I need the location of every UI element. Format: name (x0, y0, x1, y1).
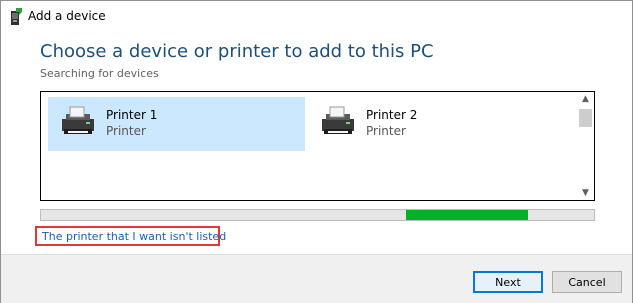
page-title: Choose a device or printer to add to thi… (40, 41, 434, 62)
highlight-box: The printer that I want isn't listed (35, 226, 226, 246)
next-button[interactable]: Next (473, 271, 543, 293)
search-progress-bar (40, 209, 595, 221)
cancel-button[interactable]: Cancel (552, 271, 622, 293)
scroll-thumb[interactable] (579, 109, 592, 127)
printer-icon (322, 106, 354, 134)
scroll-down-icon[interactable]: ▼ (577, 186, 594, 200)
search-status: Searching for devices (40, 67, 159, 80)
device-type: Printer (366, 124, 406, 138)
printer-icon (62, 106, 94, 134)
dialog-footer: Next Cancel (1, 254, 632, 303)
device-tile-printer-1[interactable]: Printer 1 Printer (48, 97, 305, 151)
device-name: Printer 1 (106, 108, 158, 122)
vertical-scrollbar[interactable]: ▲ ▼ (577, 92, 594, 200)
device-name: Printer 2 (366, 108, 418, 122)
progress-fill (406, 210, 528, 220)
add-device-dialog: Add a device Choose a device or printer … (0, 0, 633, 303)
device-list[interactable]: Printer 1 Printer Printer 2 Printer ▲ ▼ (40, 91, 595, 201)
add-device-icon (11, 8, 22, 25)
scroll-up-icon[interactable]: ▲ (577, 92, 594, 106)
title-bar[interactable]: Add a device (1, 1, 632, 35)
printer-not-listed-link[interactable]: The printer that I want isn't listed (42, 230, 226, 243)
window-title: Add a device (28, 9, 106, 23)
device-type: Printer (106, 124, 146, 138)
device-tile-printer-2[interactable]: Printer 2 Printer (308, 97, 565, 151)
